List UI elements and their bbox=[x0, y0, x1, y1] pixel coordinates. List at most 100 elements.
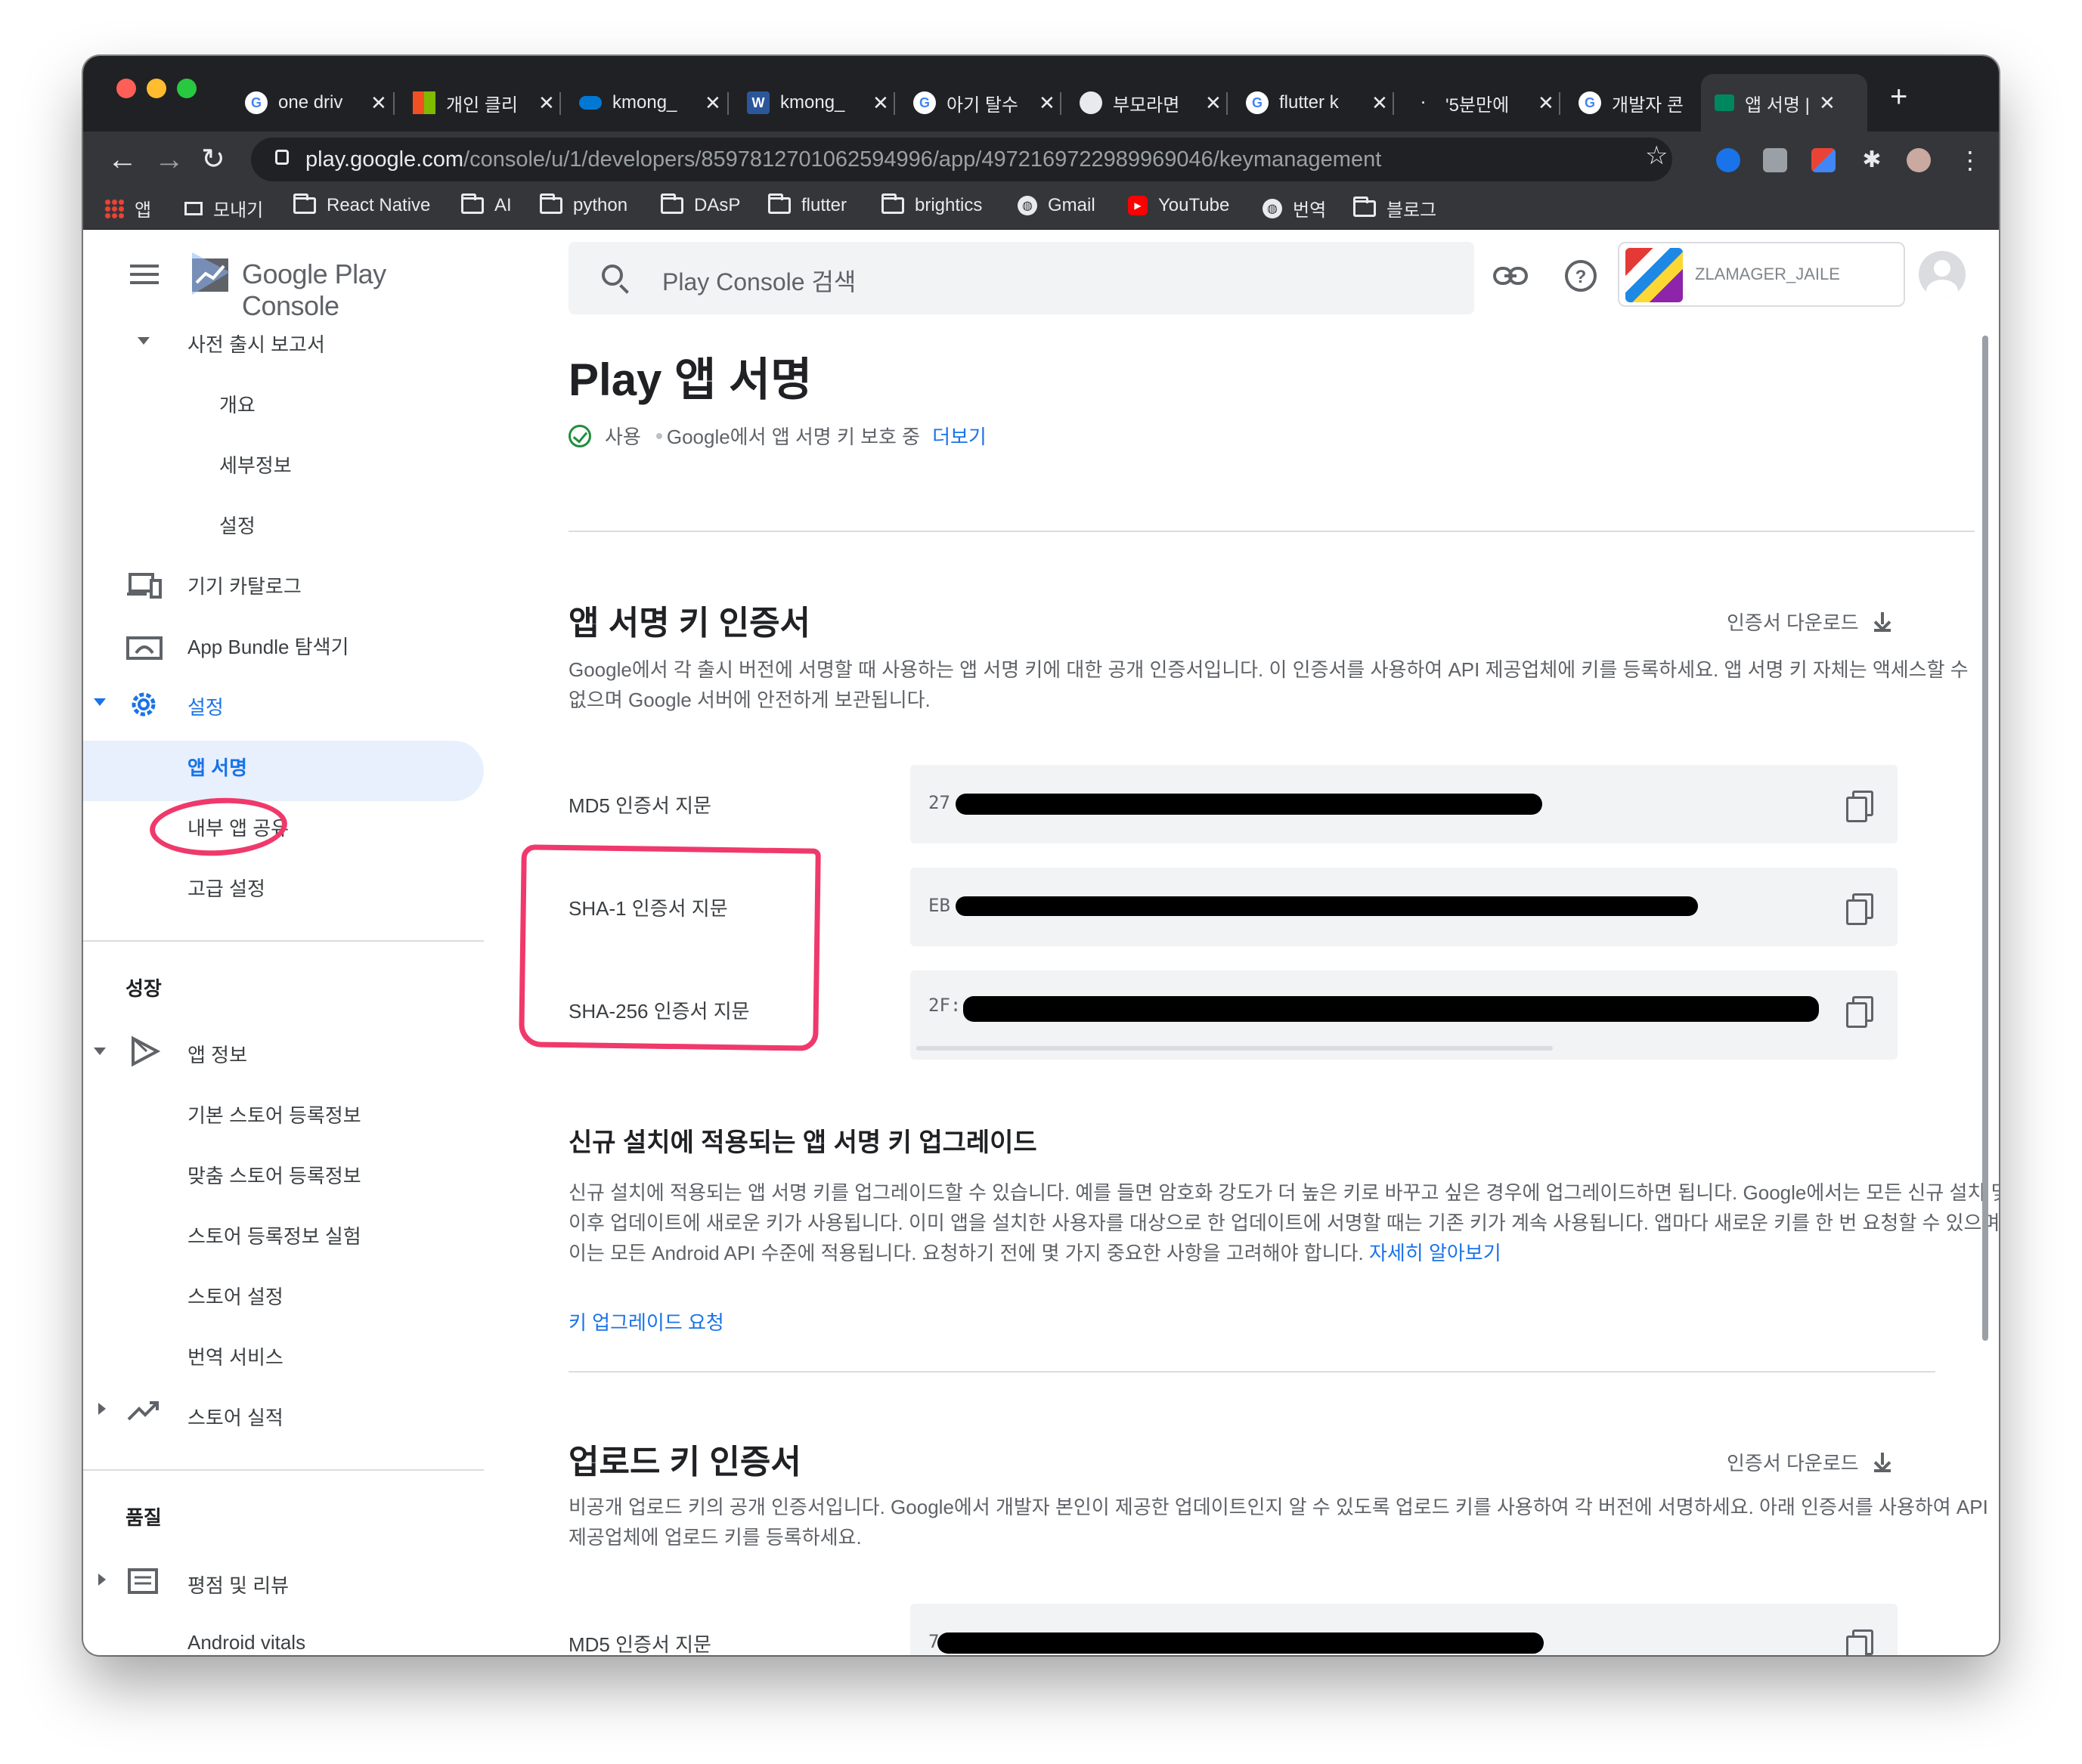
extension-icon[interactable] bbox=[1763, 148, 1787, 172]
sidebar-item-prelaunch[interactable]: 사전 출시 보고서 bbox=[187, 330, 325, 357]
sidebar-item-store-performance[interactable]: 스토어 실적 bbox=[187, 1403, 283, 1431]
forward-icon[interactable]: → bbox=[154, 141, 184, 178]
close-window-button[interactable] bbox=[116, 79, 136, 98]
bookmark-item[interactable]: 모내기 bbox=[184, 195, 263, 221]
sidebar-item-advanced-settings[interactable]: 고급 설정 bbox=[187, 874, 265, 902]
sidebar-item-settings[interactable]: 설정 bbox=[187, 692, 224, 720]
caret-right-icon[interactable] bbox=[98, 1403, 106, 1415]
request-key-upgrade-link[interactable]: 키 업그레이드 요청 bbox=[569, 1308, 724, 1335]
close-tab-icon[interactable]: ✕ bbox=[1205, 91, 1222, 115]
close-tab-icon[interactable]: ✕ bbox=[538, 91, 555, 115]
google-icon: G bbox=[1246, 91, 1269, 114]
bookmark-folder[interactable]: python bbox=[540, 193, 627, 216]
developer-account-name: ZLAMAGER_JAILE bbox=[1695, 265, 1840, 283]
sidebar-item-device-catalog[interactable]: 기기 카탈로그 bbox=[187, 571, 302, 599]
bookmark-folder[interactable]: DAsP bbox=[661, 193, 740, 216]
browser-tab[interactable]: 부모라면 ✕ bbox=[1066, 74, 1235, 132]
browser-tab-active[interactable]: 앱 서명 | ✕ bbox=[1701, 74, 1867, 132]
upload-cert-heading: 업로드 키 인증서 bbox=[569, 1444, 801, 1481]
learn-more-link[interactable]: 자세히 알아보기 bbox=[1369, 1242, 1501, 1264]
sha256-fingerprint-box[interactable]: 2F: bbox=[910, 970, 1898, 1060]
gear-icon bbox=[132, 692, 156, 716]
reload-icon[interactable]: ↻ bbox=[201, 141, 225, 178]
sidebar-item-main-listing[interactable]: 기본 스토어 등록정보 bbox=[187, 1100, 361, 1128]
address-bar[interactable]: play.google.com/console/u/1/developers/8… bbox=[251, 138, 1672, 181]
copy-icon[interactable] bbox=[1846, 791, 1873, 822]
profile-avatar[interactable] bbox=[1907, 148, 1931, 172]
sha256-value: 2F: bbox=[928, 995, 962, 1016]
close-tab-icon[interactable]: ✕ bbox=[1371, 91, 1388, 115]
sidebar-item-listing-experiments[interactable]: 스토어 등록정보 실험 bbox=[187, 1221, 361, 1249]
google-icon: G bbox=[913, 91, 936, 114]
sidebar-item-app-bundle[interactable]: App Bundle 탐색기 bbox=[187, 632, 349, 660]
close-tab-icon[interactable]: ✕ bbox=[370, 91, 387, 115]
bookmark-folder[interactable]: AI bbox=[461, 193, 512, 216]
caret-down-icon[interactable] bbox=[138, 337, 150, 345]
help-icon[interactable]: ? bbox=[1563, 258, 1598, 293]
sidebar-item-ratings-reviews[interactable]: 평점 및 리뷰 bbox=[187, 1571, 289, 1598]
back-icon[interactable]: ← bbox=[107, 141, 138, 178]
bookmark-folder[interactable]: flutter bbox=[768, 193, 847, 216]
browser-tab[interactable]: · '5분만에 ✕ bbox=[1399, 74, 1568, 132]
menu-kebab-icon[interactable]: ⋮ bbox=[1958, 148, 1982, 172]
sidebar-item-custom-listing[interactable]: 맞춤 스토어 등록정보 bbox=[187, 1161, 361, 1189]
more-link[interactable]: 더보기 bbox=[932, 422, 987, 450]
zoom-window-button[interactable] bbox=[177, 79, 197, 98]
extension-icon[interactable] bbox=[1811, 148, 1836, 172]
bookmark-folder[interactable]: React Native bbox=[293, 193, 430, 216]
close-tab-icon[interactable]: ✕ bbox=[872, 91, 889, 115]
browser-tab[interactable]: 개인 클리 ✕ bbox=[399, 74, 569, 132]
close-tab-icon[interactable]: ✕ bbox=[1039, 91, 1055, 115]
sidebar-item-app-signing[interactable]: 앱 서명 bbox=[187, 753, 247, 781]
close-tab-icon[interactable]: ✕ bbox=[705, 91, 721, 115]
redaction-mark bbox=[963, 996, 1819, 1022]
sidebar-item-android-vitals[interactable]: Android vitals bbox=[187, 1631, 305, 1654]
download-signing-cert-button[interactable]: 인증서 다운로드 bbox=[1727, 608, 1891, 636]
bookmark-item[interactable]: ◍ 번역 bbox=[1263, 195, 1326, 221]
browser-tab[interactable]: G one driv ✕ bbox=[231, 74, 401, 132]
upload-md5-fingerprint-box[interactable]: 7 bbox=[910, 1604, 1898, 1655]
folder-icon bbox=[768, 193, 791, 214]
developer-account-chip[interactable]: ZLAMAGER_JAILE bbox=[1618, 242, 1905, 307]
sidebar-item-prelaunch-settings[interactable]: 설정 bbox=[219, 511, 256, 539]
browser-tab[interactable]: G 아기 탈수 ✕ bbox=[900, 74, 1069, 132]
status-label: 사용 bbox=[605, 426, 641, 448]
caret-right-icon[interactable] bbox=[98, 1574, 106, 1586]
link-icon[interactable] bbox=[1492, 265, 1529, 287]
menu-icon[interactable] bbox=[130, 265, 159, 284]
close-tab-icon[interactable]: ✕ bbox=[1819, 91, 1836, 115]
horizontal-scrollbar[interactable] bbox=[916, 1046, 1553, 1051]
page-scrollbar[interactable] bbox=[1982, 336, 1988, 1341]
sidebar-item-overview[interactable]: 개요 bbox=[219, 390, 256, 418]
console-search[interactable]: Play Console 검색 bbox=[569, 242, 1474, 314]
bookmark-star-icon[interactable]: ☆ bbox=[1645, 141, 1668, 171]
browser-tab[interactable]: kmong_ ✕ bbox=[565, 74, 735, 132]
bookmark-item[interactable]: ◍ Gmail bbox=[1018, 195, 1095, 216]
copy-icon[interactable] bbox=[1846, 996, 1873, 1028]
minimize-window-button[interactable] bbox=[147, 79, 166, 98]
sidebar-item-app-info[interactable]: 앱 정보 bbox=[187, 1040, 247, 1068]
bookmark-folder[interactable]: 블로그 bbox=[1353, 195, 1436, 221]
extension-globe-icon[interactable] bbox=[1716, 148, 1740, 172]
md5-fingerprint-box[interactable]: 27 bbox=[910, 765, 1898, 843]
sha1-fingerprint-box[interactable]: EB bbox=[910, 868, 1898, 946]
caret-down-icon[interactable] bbox=[94, 698, 106, 706]
puzzle-icon[interactable]: ✱ bbox=[1860, 148, 1884, 172]
user-avatar[interactable] bbox=[1919, 251, 1966, 298]
copy-icon[interactable] bbox=[1846, 893, 1873, 925]
close-tab-icon[interactable]: ✕ bbox=[1538, 91, 1554, 115]
bookmark-folder[interactable]: brightics bbox=[881, 193, 982, 216]
sidebar-item-details[interactable]: 세부정보 bbox=[219, 450, 292, 478]
download-upload-cert-button[interactable]: 인증서 다운로드 bbox=[1727, 1448, 1891, 1476]
browser-tab[interactable]: W kmong_ ✕ bbox=[733, 74, 903, 132]
sidebar-item-store-settings[interactable]: 스토어 설정 bbox=[187, 1282, 283, 1310]
bookmark-apps[interactable]: 앱 bbox=[104, 195, 151, 221]
bookmark-item[interactable]: ▶ YouTube bbox=[1128, 195, 1229, 216]
copy-icon[interactable] bbox=[1846, 1629, 1873, 1655]
browser-tab[interactable]: G flutter k ✕ bbox=[1232, 74, 1402, 132]
redaction-mark bbox=[937, 1632, 1544, 1654]
new-tab-button[interactable]: + bbox=[1890, 82, 1907, 112]
upgrade-description: 신규 설치에 적용되는 앱 서명 키를 업그레이드할 수 있습니다. 예를 들면… bbox=[569, 1181, 1999, 1264]
sidebar-item-translation[interactable]: 번역 서비스 bbox=[187, 1342, 283, 1370]
caret-down-icon[interactable] bbox=[94, 1048, 106, 1055]
